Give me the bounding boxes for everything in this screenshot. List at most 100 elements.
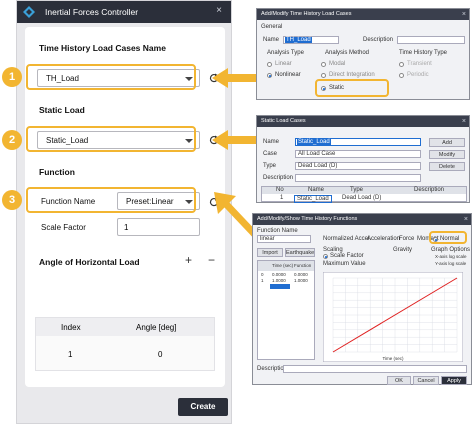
- step-marker-3: 3: [2, 190, 22, 210]
- type-value: Dead Load (D): [298, 163, 338, 169]
- th-type-label: Time History Type: [399, 50, 448, 56]
- row-function[interactable]: 0.0000: [294, 272, 308, 277]
- case-select[interactable]: All Load Case: [295, 150, 421, 158]
- name-input[interactable]: Static_Load: [295, 138, 421, 146]
- close-icon[interactable]: ×: [213, 5, 225, 17]
- name-label: Name: [263, 139, 280, 145]
- dialog-titlebar: Add/Modify Time History Load Cases ×: [257, 9, 469, 20]
- modal-label: Modal: [329, 61, 346, 67]
- transient-label: Transient: [407, 61, 432, 67]
- cell-type: Dead Load (D): [342, 195, 382, 201]
- name-label: Name: [263, 37, 280, 43]
- force-label: Force: [399, 236, 415, 242]
- modal-radio[interactable]: [321, 62, 326, 67]
- direct-integration-radio[interactable]: [321, 73, 326, 78]
- arrow-left-icon: [212, 130, 258, 150]
- arrow-left-icon: [212, 68, 258, 88]
- time-history-section-title: Time History Load Cases Name: [39, 43, 166, 53]
- name-value: Static_Load: [297, 139, 331, 145]
- nonlinear-label: Nonlinear: [275, 72, 301, 78]
- close-icon[interactable]: ×: [464, 214, 468, 225]
- acceleration-label: Acceleration: [367, 236, 401, 242]
- graph-options-label: Graph Options: [431, 247, 471, 253]
- cancel-button[interactable]: Cancel: [413, 376, 439, 385]
- angle-section-title: Angle of Horizontal Load: [39, 257, 140, 267]
- scale-factor-value: 1: [124, 223, 129, 232]
- table-header-angle: Angle [deg]: [136, 323, 177, 332]
- dialog-title: Add/Modify/Show Time History Functions: [257, 216, 358, 222]
- static-load-section-title: Static Load: [39, 105, 85, 115]
- col-no: No: [276, 187, 284, 193]
- dialog-titlebar: Static Load Cases ×: [257, 116, 469, 127]
- nonlinear-radio[interactable]: [267, 73, 272, 78]
- normal-highlight-box: [429, 231, 467, 244]
- col-time: Time (sec): [272, 263, 294, 268]
- modify-button[interactable]: Modify: [429, 150, 465, 159]
- highlight-box-3: [26, 187, 196, 213]
- x-axis-log-label[interactable]: X-axis log scale: [435, 254, 467, 259]
- selected-cell[interactable]: [270, 284, 290, 289]
- function-section-title: Function: [39, 167, 75, 177]
- dialog-title: Static Load Cases: [261, 118, 306, 124]
- name-value: TH_Load: [285, 37, 312, 43]
- create-button[interactable]: Create: [178, 398, 228, 416]
- angle-table: Index Angle [deg] 1 0: [35, 317, 215, 371]
- time-history-functions-dialog: Add/Modify/Show Time History Functions × …: [252, 213, 472, 385]
- function-name-value: linear: [260, 236, 275, 242]
- delete-button[interactable]: Delete: [429, 162, 465, 171]
- time-history-load-cases-dialog: Add/Modify Time History Load Cases × Gene…: [256, 8, 470, 100]
- add-icon[interactable]: +: [185, 253, 192, 267]
- close-icon[interactable]: ×: [462, 116, 466, 127]
- ok-button[interactable]: OK: [387, 376, 411, 385]
- table-row[interactable]: 1 Static_Load Dead Load (D): [262, 195, 466, 203]
- col-type: Type: [350, 187, 364, 193]
- row-function[interactable]: 1.0000: [294, 278, 308, 283]
- description-label: Description: [363, 37, 394, 43]
- step-marker-1: 1: [2, 67, 22, 87]
- earthquake-button[interactable]: Earthquake: [285, 248, 315, 257]
- close-icon[interactable]: ×: [462, 9, 466, 20]
- row-time[interactable]: 1.0000: [272, 278, 286, 283]
- col-function: Function: [294, 263, 312, 268]
- y-axis-log-label[interactable]: Y-axis log scale: [435, 261, 466, 266]
- remove-icon[interactable]: −: [208, 253, 215, 267]
- add-button[interactable]: Add: [429, 138, 465, 147]
- panel-titlebar: Inertial Forces Controller ×: [17, 1, 231, 23]
- name-input[interactable]: TH_Load: [283, 36, 339, 44]
- type-select[interactable]: Dead Load (D): [295, 162, 421, 170]
- table-header-index: Index: [61, 323, 81, 332]
- scale-factor-radio[interactable]: [323, 254, 328, 259]
- linear-label: Linear: [275, 61, 292, 67]
- import-button[interactable]: Import: [257, 248, 283, 257]
- periodic-radio[interactable]: [399, 73, 404, 78]
- highlight-box-2: [26, 126, 196, 152]
- gravity-label: Gravity: [393, 247, 413, 253]
- row-index: 1: [261, 278, 264, 283]
- static-highlight-box: [315, 79, 389, 97]
- description-input[interactable]: [397, 36, 465, 44]
- table-cell-angle[interactable]: 0: [158, 350, 162, 359]
- col-description: Description: [414, 187, 445, 193]
- time-axis-label: Time (sec): [382, 356, 404, 361]
- row-index: 0: [261, 272, 264, 277]
- step-marker-2: 2: [2, 130, 22, 150]
- scale-factor-label: Scale Factor: [41, 223, 86, 232]
- periodic-label: Periodic: [407, 72, 429, 78]
- description-input[interactable]: [283, 365, 467, 373]
- cell-name: Static_Load: [294, 195, 332, 203]
- general-label: General: [261, 24, 283, 30]
- transient-radio[interactable]: [399, 62, 404, 67]
- function-table: Time (sec) Function 0 0.0000 0.0000 1 1.…: [257, 260, 315, 360]
- function-name-input[interactable]: linear: [257, 235, 311, 243]
- scale-factor-label: Scale Factor: [330, 253, 364, 259]
- description-input[interactable]: [295, 174, 421, 182]
- scale-factor-input[interactable]: 1: [117, 218, 200, 236]
- case-value: All Load Case: [298, 151, 336, 157]
- apply-button[interactable]: Apply: [441, 376, 467, 385]
- analysis-type-label: Analysis Type: [267, 50, 304, 56]
- table-cell-index[interactable]: 1: [68, 350, 72, 359]
- row-time[interactable]: 0.0000: [272, 272, 286, 277]
- case-label: Case: [263, 151, 278, 157]
- linear-radio[interactable]: [267, 62, 272, 67]
- type-label: Type: [263, 163, 277, 169]
